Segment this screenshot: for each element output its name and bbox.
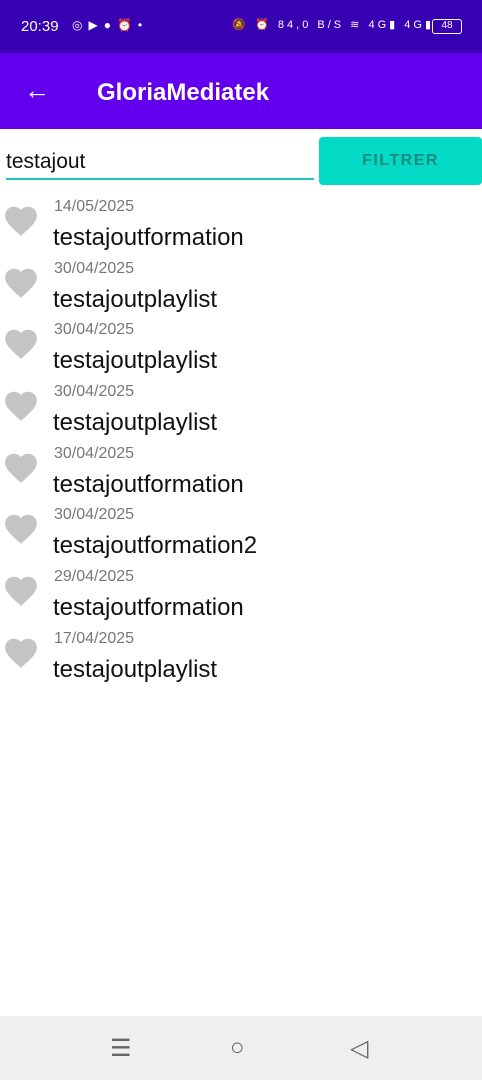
item-date: 30/04/2025: [54, 383, 135, 401]
page-title: GloriaMediatek: [97, 79, 270, 106]
results-list: 14/05/2025 testajoutformation 30/04/2025…: [0, 196, 482, 690]
item-title: testajoutformation: [53, 470, 244, 498]
item-date: 30/04/2025: [54, 321, 135, 339]
net-speed: 84,0 B/S: [277, 19, 345, 31]
item-title: testajoutplaylist: [53, 409, 218, 437]
item-title: testajoutformation2: [53, 532, 258, 560]
heart-icon[interactable]: [2, 510, 40, 548]
alarm-icon: ⏰: [255, 19, 272, 31]
list-item[interactable]: 30/04/2025 testajoutformation2: [0, 504, 482, 566]
home-icon[interactable]: ○: [230, 1034, 245, 1062]
item-date: 29/04/2025: [54, 568, 135, 586]
list-item[interactable]: 14/05/2025 testajoutformation: [0, 196, 482, 258]
item-title: testajoutformation: [53, 224, 244, 251]
wifi-icon: ≋: [350, 19, 363, 31]
status-bar: 20:39 ◎▶●⏰• 🔕 ⏰ 84,0 B/S ≋ 4G▮ 4G▮ 48: [0, 0, 482, 53]
list-item[interactable]: 30/04/2025 testajoutplaylist: [0, 381, 482, 443]
heart-icon[interactable]: [2, 325, 40, 363]
item-date: 17/04/2025: [54, 629, 135, 647]
heart-icon[interactable]: [2, 572, 40, 610]
clock: 20:39: [21, 18, 59, 35]
item-title: testajoutplaylist: [53, 347, 218, 375]
item-title: testajoutplaylist: [53, 655, 218, 683]
item-date: 14/05/2025: [54, 198, 135, 215]
app-bar: ← GloriaMediatek: [0, 53, 482, 129]
heart-icon[interactable]: [2, 202, 40, 240]
item-title: testajoutformation: [53, 594, 244, 622]
system-icons: 🔕 ⏰ 84,0 B/S ≋ 4G▮ 4G▮: [232, 19, 434, 31]
heart-icon[interactable]: [2, 449, 40, 487]
heart-icon[interactable]: [2, 387, 40, 425]
notification-icons: ◎▶●⏰•: [72, 18, 149, 32]
heart-icon[interactable]: [2, 634, 40, 672]
list-item[interactable]: 30/04/2025 testajoutplaylist: [0, 258, 482, 320]
item-title: testajoutplaylist: [53, 285, 218, 313]
signal-icon-2: 4G: [404, 19, 425, 31]
signal-icon: 4G: [368, 19, 390, 31]
item-date: 30/04/2025: [54, 506, 135, 524]
list-item[interactable]: 17/04/2025 testajoutplaylist: [0, 628, 482, 690]
bell-off-icon: 🔕: [232, 19, 250, 31]
list-item[interactable]: 30/04/2025 testajoutplaylist: [0, 319, 482, 381]
battery-icon: 48: [432, 19, 462, 34]
back-icon[interactable]: ◁: [350, 1034, 368, 1063]
filter-button[interactable]: FILTRER: [319, 137, 482, 185]
heart-icon[interactable]: [2, 264, 40, 302]
navigation-bar: ☰ ○ ◁: [0, 1016, 482, 1080]
list-item[interactable]: 29/04/2025 testajoutformation: [0, 566, 482, 628]
list-item[interactable]: 30/04/2025 testajoutformation: [0, 443, 482, 505]
item-date: 30/04/2025: [54, 259, 135, 277]
search-input[interactable]: [6, 145, 314, 180]
recents-icon[interactable]: ☰: [110, 1034, 132, 1063]
back-arrow-icon[interactable]: ←: [24, 75, 50, 105]
item-date: 30/04/2025: [54, 444, 135, 462]
